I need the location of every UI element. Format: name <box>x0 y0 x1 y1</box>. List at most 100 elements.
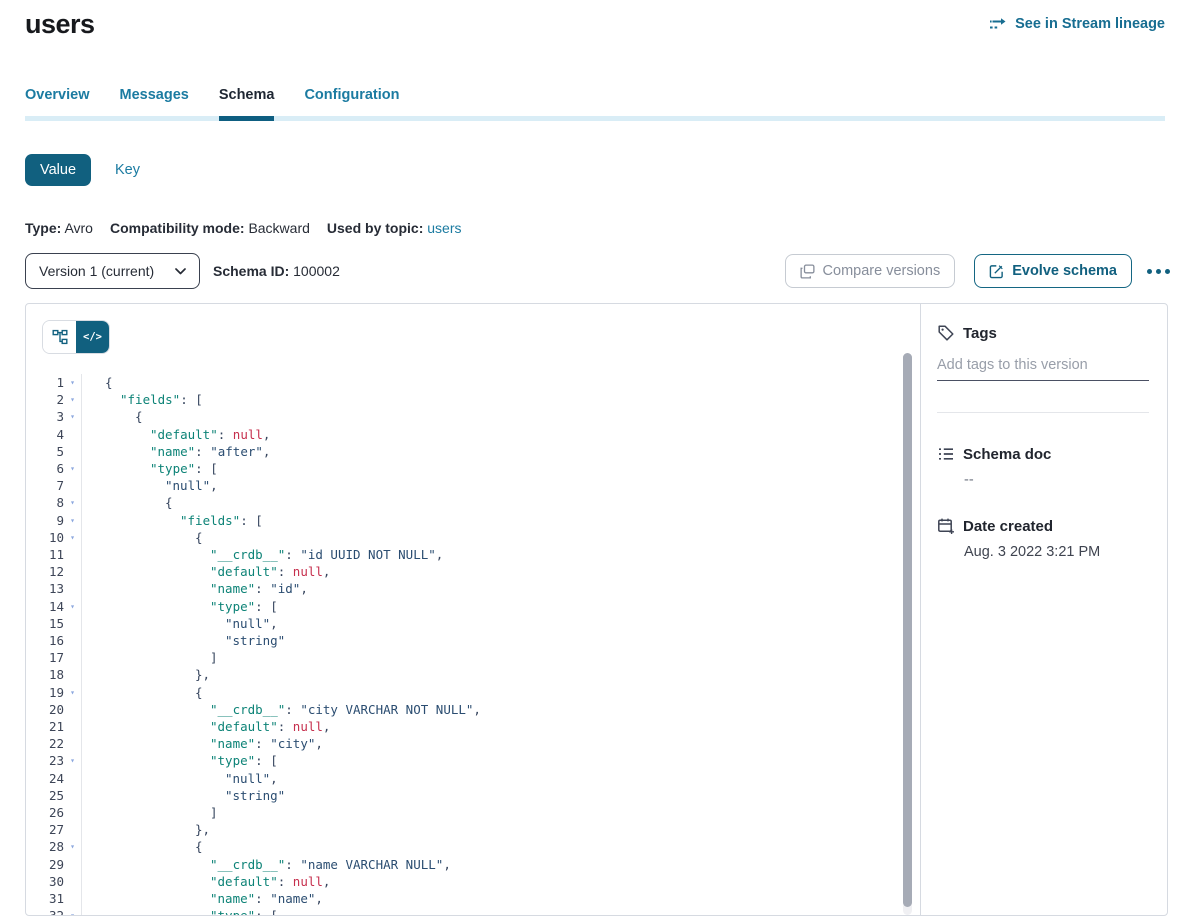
code-text: "__crdb__": "id UUID NOT NULL", <box>81 546 443 563</box>
schema-doc-section: Schema doc -- <box>937 445 1149 488</box>
code-line: 31"name": "name", <box>26 890 920 907</box>
tag-icon <box>937 324 955 342</box>
code-text: { <box>81 684 203 701</box>
code-line: 28▾{ <box>26 838 920 855</box>
code-line: 21"default": null, <box>26 718 920 735</box>
code-text: "__crdb__": "city VARCHAR NOT NULL", <box>81 701 481 718</box>
list-icon <box>937 445 955 463</box>
edit-icon <box>989 264 1004 279</box>
code-text: }, <box>81 821 210 838</box>
tab-schema[interactable]: Schema <box>219 87 275 116</box>
collapse-caret-icon[interactable]: ▾ <box>64 529 81 546</box>
code-text: { <box>81 529 203 546</box>
key-toggle-link[interactable]: Key <box>115 162 140 178</box>
value-toggle-button[interactable]: Value <box>25 154 91 186</box>
schema-sidebar: Tags Schema doc -- <box>920 304 1167 915</box>
code-text: "default": null, <box>81 873 330 890</box>
line-number: 11 <box>26 546 64 563</box>
version-select-value: Version 1 (current) <box>39 263 154 279</box>
caret-spacer <box>64 426 81 443</box>
collapse-caret-icon[interactable]: ▾ <box>64 752 81 769</box>
caret-spacer <box>64 735 81 752</box>
collapse-caret-icon[interactable]: ▾ <box>64 838 81 855</box>
collapse-caret-icon[interactable]: ▾ <box>64 494 81 511</box>
code-line: 13"name": "id", <box>26 580 920 597</box>
tab-overview[interactable]: Overview <box>25 87 90 116</box>
line-number: 24 <box>26 770 64 787</box>
line-number: 17 <box>26 649 64 666</box>
line-number: 5 <box>26 443 64 460</box>
code-line: 7"null", <box>26 477 920 494</box>
schema-code-pane: </> 1▾{2▾"fields": [3▾{4"default": null,… <box>26 304 920 915</box>
code-scrollbar[interactable] <box>903 353 912 915</box>
code-line: 27}, <box>26 821 920 838</box>
line-number: 4 <box>26 426 64 443</box>
code-text: "name": "name", <box>81 890 323 907</box>
code-text: "null", <box>81 477 218 494</box>
evolve-schema-button[interactable]: Evolve schema <box>974 254 1132 288</box>
code-line: 9▾"fields": [ <box>26 512 920 529</box>
tags-section-header: Tags <box>937 324 1149 342</box>
stream-lineage-icon <box>989 17 1008 32</box>
meta-type: Type: Avro <box>25 220 93 236</box>
line-number: 25 <box>26 787 64 804</box>
code-line: 32▾"type": [ <box>26 907 920 915</box>
code-view-button[interactable]: </> <box>76 321 109 353</box>
caret-spacer <box>64 649 81 666</box>
collapse-caret-icon[interactable]: ▾ <box>64 907 81 915</box>
line-number: 12 <box>26 563 64 580</box>
code-text: "null", <box>81 770 278 787</box>
code-text: "string" <box>81 787 285 804</box>
code-line: 22"name": "city", <box>26 735 920 752</box>
stream-lineage-label: See in Stream lineage <box>1015 16 1165 32</box>
caret-spacer <box>64 563 81 580</box>
code-text: "__crdb__": "name VARCHAR NULL", <box>81 856 451 873</box>
line-number: 23 <box>26 752 64 769</box>
version-select[interactable]: Version 1 (current) <box>25 253 200 289</box>
tree-view-button[interactable] <box>43 321 76 353</box>
add-tags-input[interactable] <box>937 355 1149 381</box>
more-options-button[interactable] <box>1145 265 1172 278</box>
code-text: "type": [ <box>81 907 278 915</box>
line-number: 22 <box>26 735 64 752</box>
schema-controls-row: Version 1 (current) Schema ID: 100002 Co… <box>25 253 1172 289</box>
code-line: 30 "default": null, <box>26 873 920 890</box>
schema-doc-header: Schema doc <box>937 445 1149 463</box>
caret-spacer <box>64 477 81 494</box>
topic-link[interactable]: users <box>427 220 461 236</box>
caret-spacer <box>64 632 81 649</box>
code-line: 26] <box>26 804 920 821</box>
code-line: 14▾"type": [ <box>26 598 920 615</box>
collapse-caret-icon[interactable]: ▾ <box>64 408 81 425</box>
collapse-caret-icon[interactable]: ▾ <box>64 598 81 615</box>
date-created-section: Date created Aug. 3 2022 3:21 PM <box>937 517 1149 560</box>
collapse-caret-icon[interactable]: ▾ <box>64 684 81 701</box>
code-text: "default": null, <box>81 426 270 443</box>
code-text: }, <box>81 666 210 683</box>
caret-spacer <box>64 804 81 821</box>
line-number: 16 <box>26 632 64 649</box>
code-line: 6▾"type": [ <box>26 460 920 477</box>
line-number: 20 <box>26 701 64 718</box>
code-scrollbar-thumb[interactable] <box>903 353 912 907</box>
code-text: "type": [ <box>81 598 278 615</box>
tab-messages[interactable]: Messages <box>120 87 189 116</box>
code-line: 11 "__crdb__": "id UUID NOT NULL", <box>26 546 920 563</box>
type-label: Type: <box>25 220 61 236</box>
code-line: 1▾{ <box>26 374 920 391</box>
tab-configuration[interactable]: Configuration <box>304 87 399 116</box>
code-line: 4 "default": null, <box>26 426 920 443</box>
code-text: "fields": [ <box>81 512 263 529</box>
line-number: 30 <box>26 873 64 890</box>
code-line: 3▾{ <box>26 408 920 425</box>
collapse-caret-icon[interactable]: ▾ <box>64 374 81 391</box>
compare-versions-button[interactable]: Compare versions <box>785 254 956 288</box>
schema-panel: </> 1▾{2▾"fields": [3▾{4"default": null,… <box>25 303 1168 916</box>
collapse-caret-icon[interactable]: ▾ <box>64 460 81 477</box>
code-text: { <box>81 374 113 391</box>
compatibility-label: Compatibility mode: <box>110 220 245 236</box>
schema-code-editor[interactable]: 1▾{2▾"fields": [3▾{4"default": null,5"na… <box>26 374 920 915</box>
collapse-caret-icon[interactable]: ▾ <box>64 512 81 529</box>
collapse-caret-icon[interactable]: ▾ <box>64 391 81 408</box>
see-in-stream-lineage-link[interactable]: See in Stream lineage <box>989 16 1165 32</box>
